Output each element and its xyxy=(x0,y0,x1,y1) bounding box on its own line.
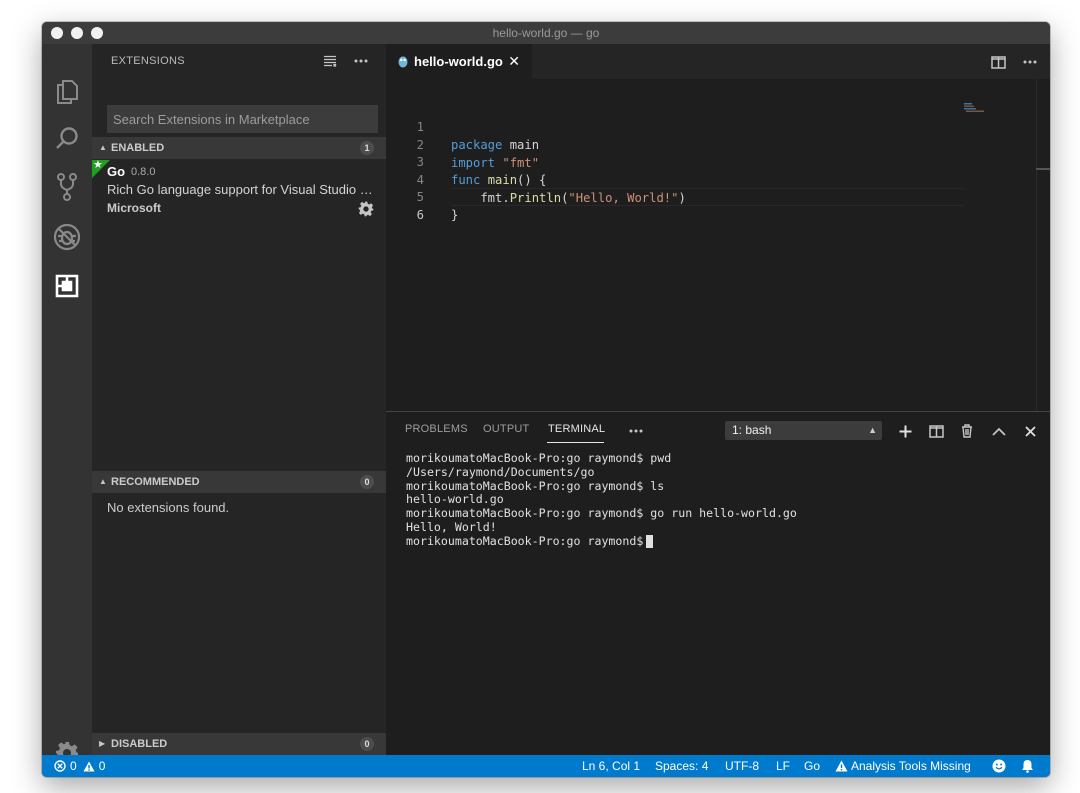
tab-hello-world-go[interactable]: hello-world.go ✕ xyxy=(386,44,532,79)
disabled-count-badge: 0 xyxy=(360,737,374,751)
line-number: 6 xyxy=(416,208,424,222)
bottom-panel: PROBLEMS OUTPUT TERMINAL 1: bash ▲ morik… xyxy=(386,411,1050,755)
eol-status[interactable]: LF xyxy=(776,755,790,777)
terminal-line: hello-world.go xyxy=(406,492,504,507)
extension-settings-gear-icon[interactable] xyxy=(358,201,374,217)
terminal-line: /Users/raymond/Documents/go xyxy=(406,464,595,479)
recommended-count-badge: 0 xyxy=(360,475,374,489)
clear-list-icon[interactable] xyxy=(320,52,340,70)
minimize-window-button[interactable] xyxy=(71,27,83,39)
expand-caret-icon: ▶ xyxy=(99,739,106,748)
split-terminal-icon[interactable] xyxy=(926,421,946,441)
source-control-icon[interactable] xyxy=(52,172,82,202)
debug-icon[interactable] xyxy=(52,222,82,252)
star-icon: ★ xyxy=(93,159,103,171)
warning-icon xyxy=(835,760,848,772)
tab-label: hello-world.go xyxy=(414,54,503,69)
kill-terminal-trash-icon[interactable] xyxy=(957,421,977,441)
zoom-window-button[interactable] xyxy=(91,27,103,39)
editor-tabs: hello-world.go ✕ xyxy=(386,44,1050,79)
encoding-status[interactable]: UTF-8 xyxy=(725,755,759,777)
warning-icon xyxy=(83,761,95,771)
code-line: 1 package main xyxy=(386,100,966,152)
status-bar: 0 0 Ln 6, Col 1 Spaces: 4 UTF-8 LF Go An… xyxy=(42,755,1050,777)
go-file-icon xyxy=(398,56,408,68)
vscode-window: hello-world.go — go EXTENSIONS Search Ex… xyxy=(42,22,1050,777)
tab-output[interactable]: OUTPUT xyxy=(483,423,529,435)
error-count: 0 xyxy=(70,759,77,773)
select-arrows-icon: ▲ xyxy=(868,425,877,435)
active-tab-indicator xyxy=(547,442,604,443)
recommended-section-label: RECOMMENDED xyxy=(111,476,200,488)
terminal-prompt-line: morikoumatoMacBook-Pro:go raymond$ xyxy=(406,534,797,549)
window-title: hello-world.go — go xyxy=(492,26,600,40)
feedback-smiley-icon[interactable] xyxy=(992,755,1006,777)
recommended-section-header[interactable]: ▲ RECOMMENDED 0 xyxy=(92,471,386,493)
search-extensions-input[interactable] xyxy=(107,105,378,133)
search-icon[interactable] xyxy=(52,124,82,154)
warning-count: 0 xyxy=(98,759,106,773)
extension-version: 0.8.0 xyxy=(131,166,156,178)
extensions-icon[interactable] xyxy=(52,271,82,301)
enabled-section-header[interactable]: ▲ ENABLED 1 xyxy=(92,137,386,159)
split-editor-icon[interactable] xyxy=(988,52,1008,72)
terminal-line: morikoumatoMacBook-Pro:go raymond$ ls xyxy=(406,478,665,493)
terminal-line: Hello, World! xyxy=(406,519,497,534)
extension-name: Go xyxy=(107,164,126,179)
maximize-panel-chevron-up-icon[interactable] xyxy=(989,421,1009,441)
editor-area: hello-world.go ✕ 1 package main 2 import… xyxy=(386,44,1050,411)
overview-ruler-mark xyxy=(1036,168,1050,170)
title-bar: hello-world.go — go xyxy=(42,22,1050,44)
language-mode-status[interactable]: Go xyxy=(804,755,820,777)
minimap[interactable] xyxy=(964,100,1004,112)
code-line: 3 func main() { xyxy=(386,135,966,187)
editor-more-icon[interactable] xyxy=(1020,52,1040,72)
extension-description: Rich Go language support for Visual Stud… xyxy=(107,182,373,197)
indentation-status[interactable]: Spaces: 4 xyxy=(655,755,708,777)
analysis-tools-label: Analysis Tools Missing xyxy=(851,759,971,773)
extensions-sidebar: EXTENSIONS ▲ ENABLED 1 ★ Go 0.8.0 Rich G… xyxy=(92,44,386,755)
recommended-empty-text: No extensions found. xyxy=(107,500,230,515)
error-icon xyxy=(54,760,66,772)
disabled-section-label: DISABLED xyxy=(111,738,168,750)
new-terminal-icon[interactable] xyxy=(895,421,915,441)
terminal-select-value: 1: bash xyxy=(732,423,772,437)
notifications-bell-icon[interactable] xyxy=(1021,755,1034,777)
terminal-line: morikoumatoMacBook-Pro:go raymond$ pwd xyxy=(406,451,672,465)
explorer-icon[interactable] xyxy=(52,76,82,106)
collapse-caret-icon: ▲ xyxy=(99,477,107,486)
terminal-select[interactable]: 1: bash ▲ xyxy=(725,421,882,440)
extension-publisher: Microsoft xyxy=(107,201,161,215)
tab-terminal[interactable]: TERMINAL xyxy=(548,423,605,435)
close-window-button[interactable] xyxy=(51,27,63,39)
enabled-section-label: ENABLED xyxy=(111,142,165,154)
activity-bar xyxy=(42,44,92,764)
problems-status[interactable]: 0 0 xyxy=(54,755,105,777)
more-actions-icon[interactable] xyxy=(351,52,371,70)
close-panel-icon[interactable] xyxy=(1020,421,1040,441)
code-line: 2 import "fmt" xyxy=(386,118,966,170)
disabled-section-header[interactable]: ▶ DISABLED 0 xyxy=(92,733,386,755)
code-line: 6 xyxy=(386,188,966,222)
tab-close-icon[interactable]: ✕ xyxy=(508,53,520,70)
collapse-caret-icon: ▲ xyxy=(99,143,107,152)
extension-item-go[interactable]: ★ Go 0.8.0 Rich Go language support for … xyxy=(92,159,386,220)
terminal-cursor xyxy=(646,534,654,548)
editor-scrollbar[interactable] xyxy=(1036,79,1050,411)
tab-problems[interactable]: PROBLEMS xyxy=(405,423,468,435)
analysis-tools-status[interactable]: Analysis Tools Missing xyxy=(835,755,971,777)
enabled-count-badge: 1 xyxy=(360,141,374,155)
sidebar-title: EXTENSIONS xyxy=(111,55,185,67)
terminal-output[interactable]: morikoumatoMacBook-Pro:go raymond$ pwd /… xyxy=(406,451,797,549)
code-line: 5 } xyxy=(386,170,966,222)
terminal-line: morikoumatoMacBook-Pro:go raymond$ go ru… xyxy=(406,506,797,521)
panel-more-icon[interactable] xyxy=(626,421,646,441)
cursor-position-status[interactable]: Ln 6, Col 1 xyxy=(582,755,640,777)
code-line: 4 fmt.Println("Hello, World!") xyxy=(386,153,966,205)
